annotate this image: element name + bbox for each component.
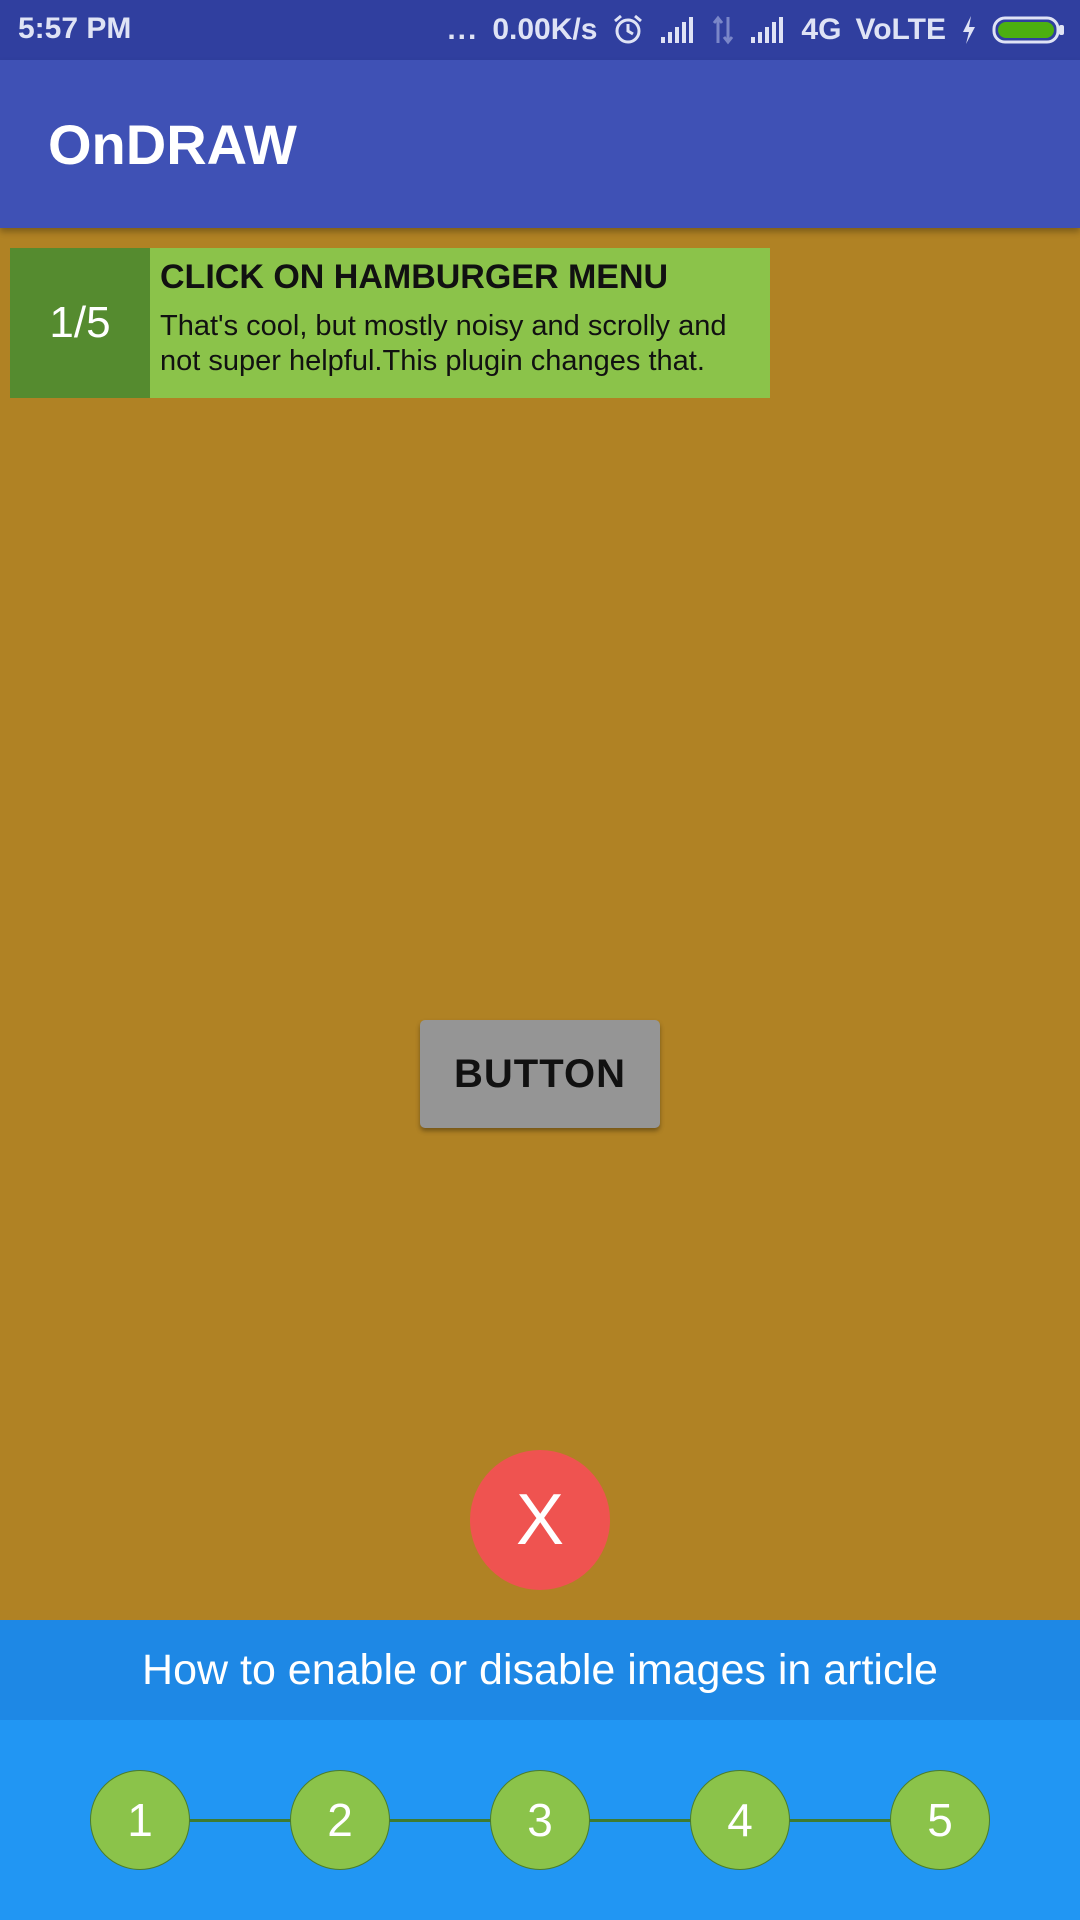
tooltip-body: CLICK ON HAMBURGER MENU That's cool, but…	[150, 248, 770, 398]
volte-label: VoLTE	[855, 13, 946, 46]
walkthrough-title: How to enable or disable images in artic…	[0, 1620, 1080, 1720]
tooltip-heading: CLICK ON HAMBURGER MENU	[160, 258, 669, 296]
data-transfer-icon	[711, 15, 735, 45]
status-bar: 5:57 PM ... 0.00K/s 4G VoLTE	[0, 0, 1080, 60]
battery-icon	[992, 15, 1066, 45]
charging-icon	[960, 15, 978, 45]
screen: 5:57 PM ... 0.00K/s 4G VoLTE OnDRAW 1/5 …	[0, 0, 1080, 1920]
step-2[interactable]: 2	[290, 1770, 390, 1870]
status-icons: ... 0.00K/s 4G VoLTE	[447, 10, 1066, 50]
step-counter: 1/5	[10, 248, 150, 398]
app-bar: OnDRAW	[0, 60, 1080, 228]
app-title: OnDRAW	[48, 113, 297, 176]
network-type: 4G	[801, 13, 842, 46]
step-5[interactable]: 5	[890, 1770, 990, 1870]
step-1[interactable]: 1	[90, 1770, 190, 1870]
signal-icon	[749, 15, 787, 45]
tooltip-description: That's cool, but mostly noisy and scroll…	[160, 310, 727, 377]
close-button[interactable]: X	[470, 1450, 610, 1590]
network-speed: 0.00K/s	[492, 13, 598, 46]
walkthrough-tooltip: 1/5 CLICK ON HAMBURGER MENU That's cool,…	[10, 248, 770, 398]
step-indicator: 1 2 3 4 5	[0, 1720, 1080, 1920]
main-button[interactable]: BUTTON	[420, 1020, 660, 1128]
step-4[interactable]: 4	[690, 1770, 790, 1870]
step-3[interactable]: 3	[490, 1770, 590, 1870]
signal-icon	[659, 15, 697, 45]
status-time: 5:57 PM	[18, 12, 132, 45]
status-dots: ...	[447, 13, 479, 46]
alarm-icon	[611, 13, 645, 47]
